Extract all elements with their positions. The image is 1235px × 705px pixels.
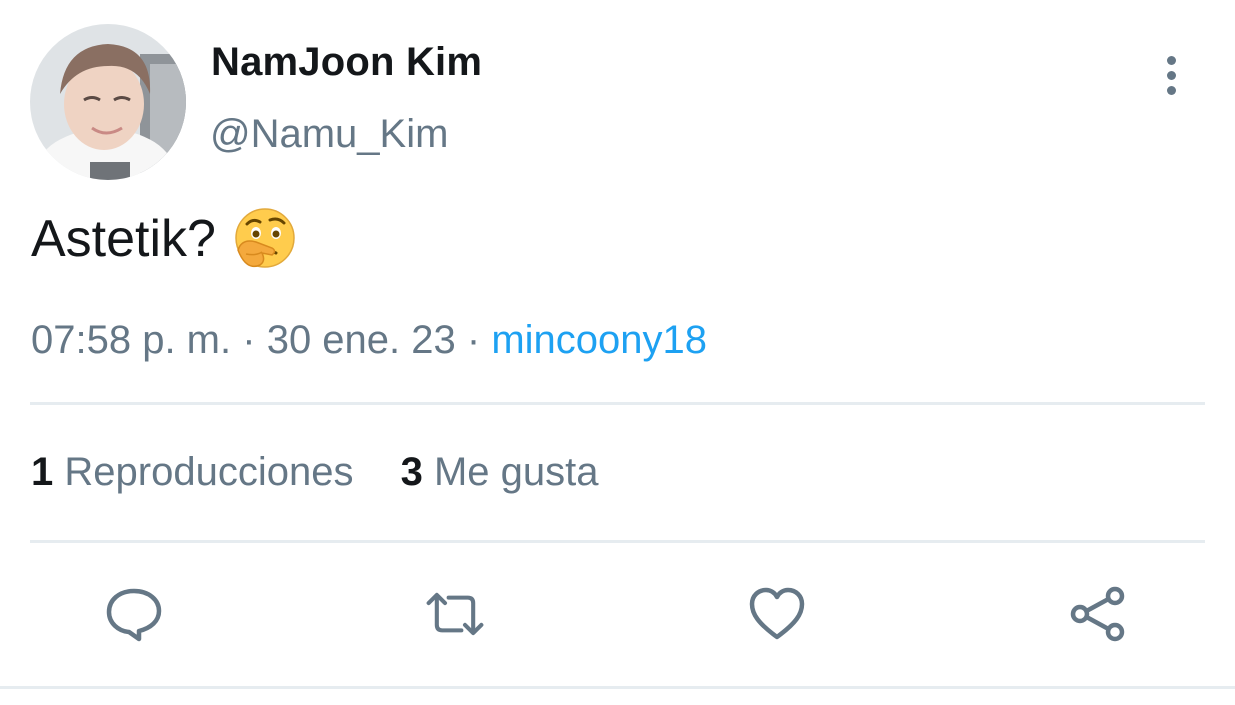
views-label: Reproducciones xyxy=(64,450,354,494)
more-dot-icon xyxy=(1166,85,1176,95)
tweet-stats: 1 Reproducciones 3 Me gusta xyxy=(31,450,634,495)
tweet-text: Astetik? xyxy=(31,206,298,272)
tweet-card: NamJoon Kim @Namu_Kim Astetik? 07:58 p. … xyxy=(0,0,1235,705)
meta-separator: · xyxy=(242,318,256,362)
views-stat[interactable]: 1 Reproducciones xyxy=(31,450,365,494)
user-handle[interactable]: @Namu_Kim xyxy=(210,112,448,157)
reply-button[interactable] xyxy=(104,584,164,644)
share-button[interactable] xyxy=(1068,584,1128,644)
divider xyxy=(30,402,1205,405)
display-name[interactable]: NamJoon Kim xyxy=(211,40,482,85)
tweet-meta: 07:58 p. m. · 30 ene. 23 · mincoony18 xyxy=(31,318,707,363)
meta-separator: · xyxy=(466,318,481,362)
divider xyxy=(0,686,1235,689)
thinking-face-emoji-icon xyxy=(232,206,298,272)
more-options-button[interactable] xyxy=(1152,52,1190,98)
reply-icon xyxy=(106,588,162,642)
retweet-button[interactable] xyxy=(425,584,485,644)
tweet-time: 07:58 p. m. xyxy=(31,318,232,362)
more-dot-icon xyxy=(1166,70,1176,80)
tweet-date: 30 ene. 23 xyxy=(266,318,456,362)
tweet-text-content: Astetik? xyxy=(31,210,216,268)
share-icon xyxy=(1070,586,1125,642)
more-dot-icon xyxy=(1166,55,1176,65)
heart-icon xyxy=(749,587,805,640)
likes-count: 3 xyxy=(400,450,423,494)
retweet-icon xyxy=(426,592,484,636)
likes-label: Me gusta xyxy=(433,450,599,494)
likes-stat[interactable]: 3 Me gusta xyxy=(401,450,599,494)
divider xyxy=(30,540,1205,543)
like-button[interactable] xyxy=(747,584,807,644)
tweet-source-link[interactable]: mincoony18 xyxy=(491,318,707,362)
avatar[interactable] xyxy=(30,24,186,180)
views-count: 1 xyxy=(31,450,54,494)
